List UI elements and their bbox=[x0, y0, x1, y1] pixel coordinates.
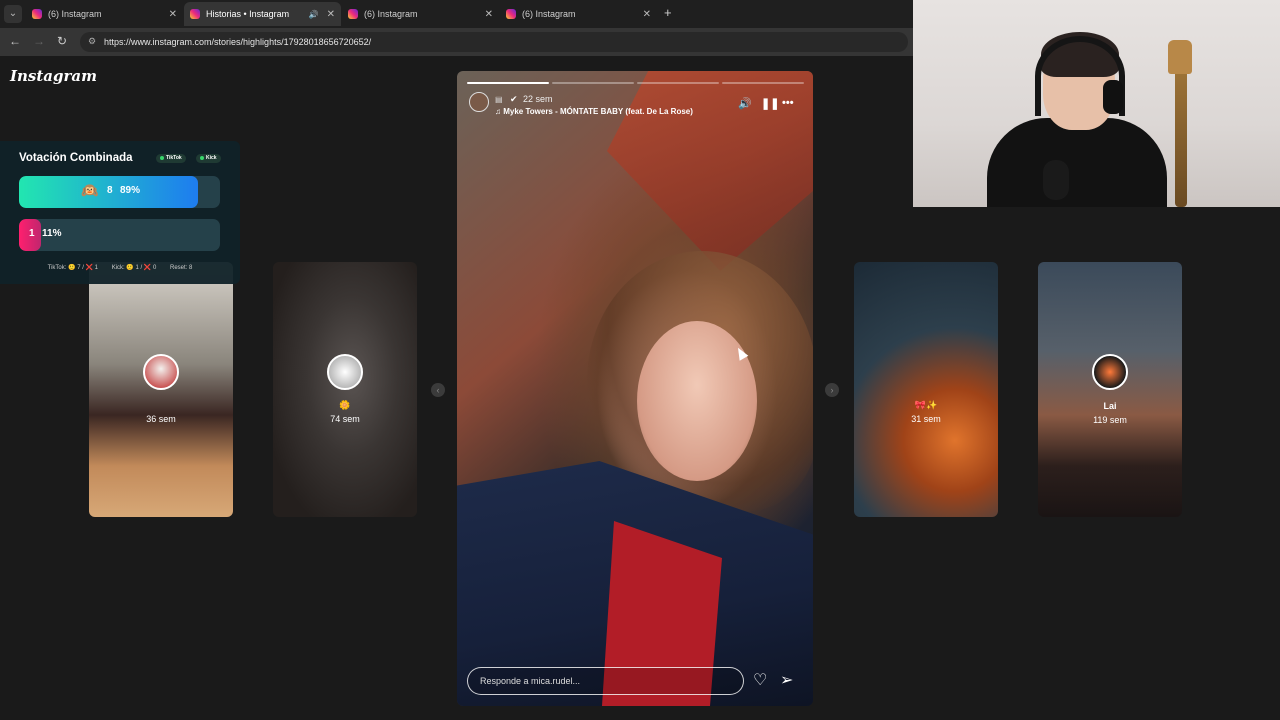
stats-kick: Kick: 🙂 1 / ❌ 0 bbox=[111, 265, 157, 271]
main-story[interactable]: ▤ ✔ 22 sem ♫ Myke Towers - MÓNTATE BABY … bbox=[457, 71, 813, 706]
avatar bbox=[1092, 354, 1128, 390]
tab-title: (6) Instagram bbox=[522, 9, 576, 19]
tab-instagram-1[interactable]: (6) Instagram ✕ bbox=[26, 2, 183, 26]
story-time: 36 sem bbox=[146, 414, 176, 424]
url-input[interactable]: ⚙ https://www.instagram.com/stories/high… bbox=[80, 32, 908, 52]
tab-historias[interactable]: Historias • Instagram 🔊 ✕ bbox=[184, 2, 341, 26]
music-title: Myke Towers - MÓNTATE BABY (feat. De La … bbox=[503, 107, 693, 116]
avatar bbox=[327, 354, 363, 390]
monkey-face-icon: 🙉 bbox=[81, 182, 99, 198]
story-time: 119 sem bbox=[1093, 415, 1127, 425]
side-story-3[interactable]: 🎀✨ 31 sem bbox=[854, 262, 998, 517]
story-progress-segment bbox=[722, 82, 804, 84]
tab-close-icon[interactable]: ✕ bbox=[643, 9, 651, 20]
story-image-face bbox=[637, 321, 757, 481]
story-progress-segment bbox=[467, 82, 549, 84]
forward-icon[interactable]: → bbox=[33, 34, 45, 48]
story-time-ago: 22 sem bbox=[523, 94, 553, 104]
volume-icon[interactable]: 🔊 bbox=[738, 97, 752, 110]
tab-close-icon[interactable]: ✕ bbox=[327, 9, 335, 20]
reload-icon[interactable]: ↻ bbox=[57, 34, 67, 48]
screen: ⌄ (6) Instagram ✕ Historias • Instagram … bbox=[0, 0, 1280, 720]
instagram-favicon-icon bbox=[190, 9, 200, 19]
tab-instagram-4[interactable]: (6) Instagram ✕ bbox=[500, 2, 657, 26]
headphone-earcup bbox=[1103, 80, 1123, 114]
reply-input[interactable]: Responde a mica.rudel... bbox=[467, 667, 744, 695]
side-story-4[interactable]: Lai 119 sem bbox=[1038, 262, 1182, 517]
instagram-logo[interactable]: Instagram bbox=[10, 67, 97, 85]
vote-title: Votación Combinada bbox=[19, 152, 133, 164]
vote-a-count: 8 bbox=[107, 185, 113, 196]
music-icon: ♫ bbox=[495, 107, 504, 116]
pause-icon[interactable]: ❚❚ bbox=[761, 97, 779, 110]
highlight-icon: ▤ bbox=[495, 95, 503, 104]
vote-stats: TikTok: 🙂 7 / ❌ 1 Kick: 🙂 1 / ❌ 0 Reset:… bbox=[0, 264, 240, 271]
vote-bar-b: 1 11% bbox=[19, 219, 220, 251]
emoji-icon: 🌼 bbox=[339, 400, 351, 410]
guitar-headstock bbox=[1168, 40, 1192, 74]
story-progress-segment bbox=[637, 82, 719, 84]
story-owner-avatar[interactable] bbox=[469, 92, 489, 112]
tab-title: Historias • Instagram bbox=[206, 9, 290, 19]
verified-icon: ✔ bbox=[510, 94, 518, 104]
instagram-favicon-icon bbox=[348, 9, 358, 19]
vote-widget: Votación Combinada TikTok Kick 🙉 8 89% 1… bbox=[0, 141, 240, 284]
avatar bbox=[143, 354, 179, 390]
story-owner-name: Lai bbox=[1103, 401, 1117, 411]
streamer-shirt bbox=[987, 118, 1167, 207]
site-info-icon[interactable]: ⚙ bbox=[88, 36, 96, 47]
more-icon[interactable]: ••• bbox=[782, 97, 794, 109]
browser-tab-bar: ⌄ (6) Instagram ✕ Historias • Instagram … bbox=[0, 0, 913, 28]
tab-instagram-3[interactable]: (6) Instagram ✕ bbox=[342, 2, 499, 26]
vote-b-percent: 11% bbox=[42, 228, 62, 239]
address-bar-row: ← → ↻ ⚙ https://www.instagram.com/storie… bbox=[0, 28, 913, 56]
story-progress-segment bbox=[552, 82, 634, 84]
microphone-icon bbox=[1043, 160, 1069, 200]
platform-pill-tiktok: TikTok bbox=[156, 154, 186, 163]
vote-a-percent: 89% bbox=[120, 185, 141, 196]
instagram-favicon-icon bbox=[506, 9, 516, 19]
story-time: 31 sem bbox=[911, 414, 941, 424]
new-tab-icon[interactable]: + bbox=[664, 5, 672, 20]
tab-title: (6) Instagram bbox=[48, 9, 102, 19]
stats-reset: Reset: 8 bbox=[170, 265, 193, 271]
previous-story-icon[interactable]: ‹ bbox=[431, 383, 445, 397]
tab-close-icon[interactable]: ✕ bbox=[485, 9, 493, 20]
emoji-icon: 🎀✨ bbox=[914, 400, 938, 410]
instagram-favicon-icon bbox=[32, 9, 42, 19]
side-story-1[interactable]: 36 sem bbox=[89, 262, 233, 517]
music-label[interactable]: ♫ Myke Towers - MÓNTATE BABY (feat. De L… bbox=[495, 107, 693, 116]
send-icon[interactable]: ➢ bbox=[780, 670, 793, 690]
side-story-2[interactable]: 🌼 74 sem bbox=[273, 262, 417, 517]
vote-b-count: 1 bbox=[29, 228, 35, 239]
heart-icon[interactable]: ♡ bbox=[753, 670, 767, 690]
tab-title: (6) Instagram bbox=[364, 9, 418, 19]
next-story-icon[interactable]: › bbox=[825, 383, 839, 397]
url-text: https://www.instagram.com/stories/highli… bbox=[104, 37, 372, 47]
platform-pill-kick: Kick bbox=[196, 154, 221, 163]
stats-tiktok: TikTok: 🙂 7 / ❌ 1 bbox=[47, 265, 99, 271]
story-time: 74 sem bbox=[330, 414, 360, 424]
tab-search-icon[interactable]: ⌄ bbox=[4, 5, 22, 23]
vote-bar-a: 🙉 8 89% bbox=[19, 176, 220, 208]
tab-close-icon[interactable]: ✕ bbox=[169, 9, 177, 20]
webcam-overlay bbox=[913, 0, 1280, 207]
audio-playing-icon[interactable]: 🔊 bbox=[309, 10, 319, 19]
back-icon[interactable]: ← bbox=[9, 34, 21, 48]
